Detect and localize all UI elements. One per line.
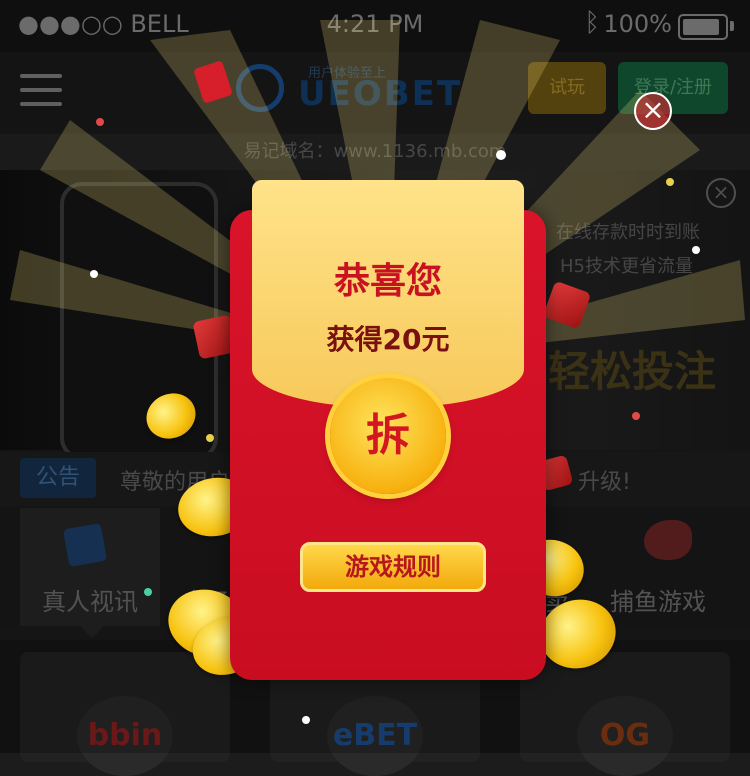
confetti-dot: [666, 178, 674, 186]
popup-close-icon[interactable]: ×: [634, 92, 672, 130]
confetti-dot: [144, 588, 152, 596]
confetti-dot: [692, 246, 700, 254]
red-envelope-popup: 恭喜您 获得20元 拆 游戏规则: [230, 180, 546, 680]
confetti-dot: [496, 150, 506, 160]
confetti-dot: [302, 716, 310, 724]
open-envelope-button[interactable]: 拆: [330, 378, 446, 494]
game-rules-button[interactable]: 游戏规则: [300, 542, 486, 592]
confetti-dot: [206, 434, 214, 442]
popup-prize-text: 获得20元: [326, 323, 450, 356]
confetti-dot: [632, 412, 640, 420]
popup-title: 恭喜您: [333, 261, 442, 302]
open-envelope-label: 拆: [366, 410, 410, 461]
confetti-dot: [96, 118, 104, 126]
confetti-dot: [90, 270, 98, 278]
